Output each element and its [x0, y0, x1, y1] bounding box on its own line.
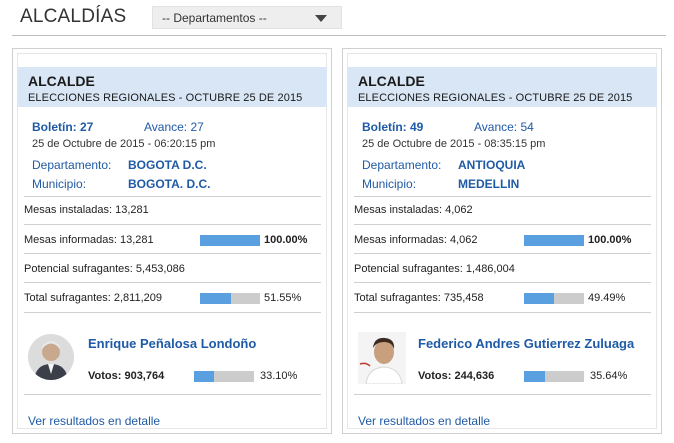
progress-fill	[200, 235, 260, 246]
card-title: ALCALDE	[28, 73, 95, 89]
total-sufragantes-bar	[200, 293, 260, 304]
progress-fill	[194, 371, 214, 382]
divider	[24, 224, 321, 225]
card-inner: ALCALDE ELECCIONES REGIONALES - OCTUBRE …	[17, 53, 327, 429]
timestamp: 25 de Octubre de 2015 - 08:35:15 pm	[362, 138, 546, 150]
total-sufragantes: Total sufragantes: 2,811,209	[24, 292, 163, 304]
card-inner: ALCALDE ELECCIONES REGIONALES - OCTUBRE …	[347, 53, 657, 429]
divider	[354, 394, 651, 395]
candidate-votes-pct: 35.64%	[590, 370, 628, 382]
mesas-informadas-pct: 100.00%	[588, 234, 632, 246]
divider	[24, 394, 321, 395]
mesas-informadas: Mesas informadas: 13,281	[24, 234, 154, 246]
card-subtitle: ELECCIONES REGIONALES - OCTUBRE 25 DE 20…	[28, 92, 303, 104]
municipio-value: BOGOTA. D.C.	[128, 177, 211, 191]
candidate-votes-bar	[524, 371, 584, 382]
progress-fill	[524, 235, 584, 246]
potencial-sufragantes: Potencial sufragantes: 5,453,086	[24, 263, 185, 275]
candidate-votes: Votos: 903,764	[88, 370, 164, 382]
mesas-instaladas: Mesas instaladas: 13,281	[24, 204, 149, 216]
divider	[24, 312, 321, 313]
divider	[24, 196, 321, 197]
total-sufragantes-pct: 51.55%	[264, 292, 302, 304]
candidate-photo	[28, 334, 74, 380]
divider	[354, 196, 651, 197]
candidate-name: Federico Andres Gutierrez Zuluaga	[418, 336, 635, 351]
result-card-medellin: ALCALDE ELECCIONES REGIONALES - OCTUBRE …	[342, 48, 662, 434]
avance-label: Avance: 27	[144, 120, 204, 134]
departamentos-select-value: -- Departamentos --	[162, 11, 267, 25]
progress-fill	[524, 371, 546, 382]
divider	[354, 282, 651, 283]
divider	[24, 253, 321, 254]
departamento-label: Departamento:	[32, 158, 112, 172]
boletin-label: Boletín: 49	[362, 120, 424, 134]
mesas-informadas: Mesas informadas: 4,062	[354, 234, 478, 246]
municipio-label: Municipio:	[32, 177, 87, 191]
departamento-value: BOGOTA D.C.	[128, 158, 207, 172]
municipio-value: MEDELLIN	[458, 177, 520, 191]
total-sufragantes: Total sufragantes: 735,458	[354, 292, 484, 304]
candidate-votes-bar	[194, 371, 254, 382]
page-title: ALCALDÍAS	[20, 6, 127, 27]
votes-text: Votos: 903,764	[88, 370, 165, 382]
ver-resultados-link[interactable]: Ver resultados en detalle	[358, 414, 490, 428]
timestamp: 25 de Octubre de 2015 - 06:20:15 pm	[32, 138, 216, 150]
departamento-value: ANTIOQUIA	[458, 158, 526, 172]
ver-resultados-link[interactable]: Ver resultados en detalle	[28, 414, 160, 428]
divider	[354, 224, 651, 225]
candidate-photo	[358, 332, 406, 384]
progress-fill	[524, 293, 554, 304]
result-card-bogota: ALCALDE ELECCIONES REGIONALES - OCTUBRE …	[12, 48, 332, 434]
votes-text: Votos: 244,636	[418, 370, 495, 382]
departamento-label: Departamento:	[362, 158, 442, 172]
boletin-label: Boletín: 27	[32, 120, 94, 134]
potencial-sufragantes: Potencial sufragantes: 1,486,004	[354, 263, 515, 275]
mesas-informadas-bar	[200, 235, 260, 246]
municipio-label: Municipio:	[362, 177, 417, 191]
card-header: ALCALDE ELECCIONES REGIONALES - OCTUBRE …	[348, 67, 657, 107]
header-divider	[12, 35, 666, 36]
card-header: ALCALDE ELECCIONES REGIONALES - OCTUBRE …	[18, 67, 327, 107]
card-subtitle: ELECCIONES REGIONALES - OCTUBRE 25 DE 20…	[358, 92, 633, 104]
candidate-votes-pct: 33.10%	[260, 370, 298, 382]
divider	[354, 312, 651, 313]
mesas-informadas-pct: 100.00%	[264, 234, 308, 246]
progress-fill	[200, 293, 231, 304]
departamentos-select[interactable]: -- Departamentos --	[152, 6, 342, 29]
candidate-name: Enrique Peñalosa Londoño	[88, 336, 257, 351]
total-sufragantes-bar	[524, 293, 584, 304]
total-sufragantes-pct: 49.49%	[588, 292, 626, 304]
divider	[354, 253, 651, 254]
card-title: ALCALDE	[358, 73, 425, 89]
mesas-instaladas: Mesas instaladas: 4,062	[354, 204, 473, 216]
chevron-down-icon	[315, 15, 327, 22]
candidate-votes: Votos: 244,636	[418, 370, 494, 382]
divider	[24, 282, 321, 283]
avance-label: Avance: 54	[474, 120, 534, 134]
mesas-informadas-bar	[524, 235, 584, 246]
page-header: ALCALDÍAS -- Departamentos --	[0, 0, 674, 36]
